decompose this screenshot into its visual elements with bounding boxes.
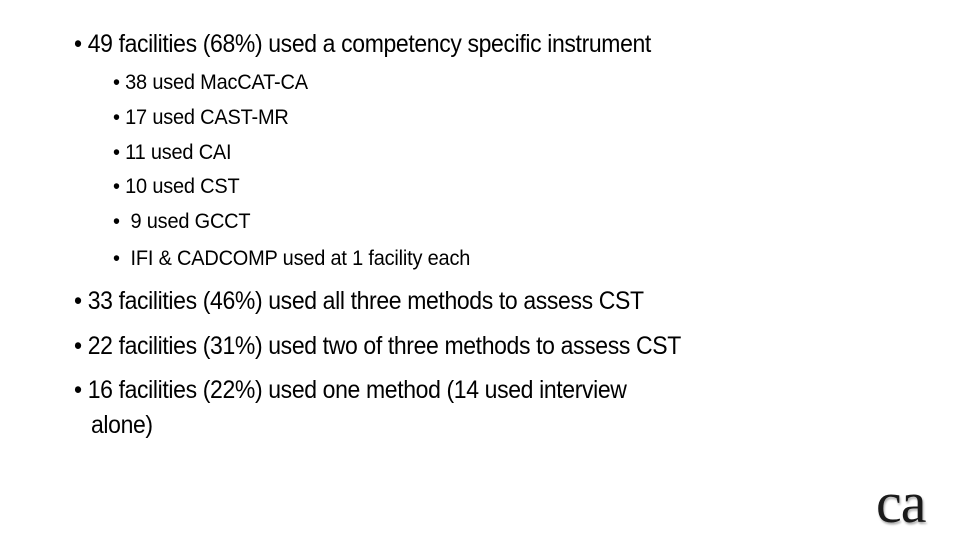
bullet-icon: • (113, 210, 120, 233)
sub-bullet-item: • 10 used CST (113, 175, 240, 199)
bullet-icon: • (113, 71, 120, 94)
sub-bullet-item: • 17 used CAST-MR (113, 106, 289, 130)
bullet-icon: • (74, 287, 82, 315)
main-bullet-text: 33 facilities (46%) used all three metho… (87, 287, 644, 315)
sub-bullet-text: 11 used CAI (125, 141, 232, 164)
main-bullet-item: • 22 facilities (31%) used two of three … (74, 332, 681, 361)
ca-logo: ca (876, 470, 926, 535)
main-bullet-continuation-text: alone) (91, 411, 153, 439)
main-bullet-text: 22 facilities (31%) used two of three me… (87, 332, 682, 360)
bullet-icon: • (113, 175, 120, 198)
main-bullet-text: 49 facilities (68%) used a competency sp… (87, 30, 652, 58)
bullet-icon: • (74, 30, 82, 58)
slide: • 49 facilities (68%) used a competency … (0, 0, 960, 540)
sub-bullet-text: 17 used CAST-MR (125, 106, 289, 129)
main-bullet-item: • 33 facilities (46%) used all three met… (74, 287, 644, 316)
sub-bullet-item: • IFI & CADCOMP used at 1 facility each (113, 247, 470, 271)
sub-bullet-item: • 11 used CAI (113, 141, 232, 165)
main-bullet-item: • 49 facilities (68%) used a competency … (74, 30, 651, 59)
bullet-icon: • (74, 376, 82, 404)
sub-bullet-text: 10 used CST (125, 175, 240, 198)
sub-bullet-text: 9 used GCCT (125, 210, 251, 233)
bullet-icon: • (113, 141, 120, 164)
sub-bullet-text: 38 used MacCAT-CA (125, 71, 308, 94)
sub-bullet-item: • 9 used GCCT (113, 210, 251, 234)
sub-bullet-item: • 38 used MacCAT-CA (113, 71, 308, 95)
bullet-icon: • (113, 247, 120, 270)
main-bullet-item: • 16 facilities (22%) used one method (1… (74, 376, 627, 405)
bullet-icon: • (113, 106, 120, 129)
main-bullet-text: 16 facilities (22%) used one method (14 … (87, 376, 627, 404)
main-bullet-continuation: alone) (91, 411, 153, 440)
sub-bullet-text: IFI & CADCOMP used at 1 facility each (125, 247, 471, 270)
bullet-icon: • (74, 332, 82, 360)
